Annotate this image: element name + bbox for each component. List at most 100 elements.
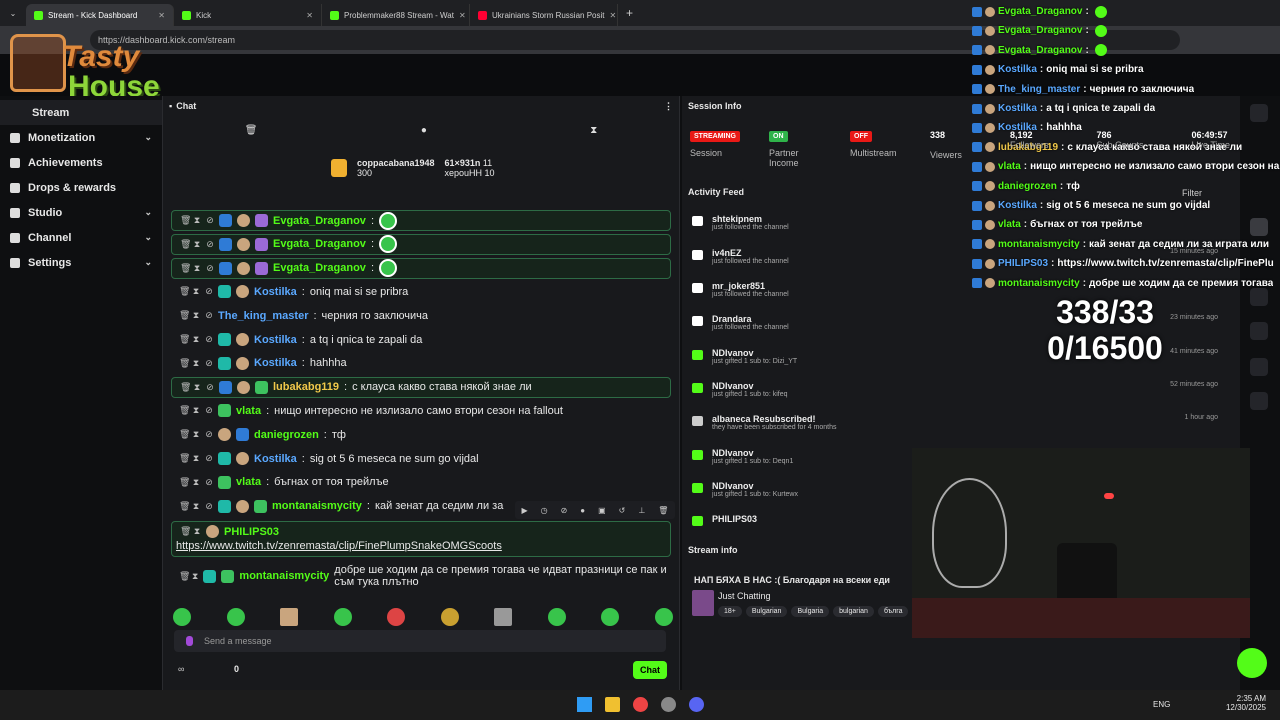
tag-chip[interactable]: Bulgarian [745,606,788,617]
emote-icon[interactable] [547,608,566,626]
start-icon[interactable] [577,697,592,712]
chat-username[interactable]: Evgata_Draganov [273,262,366,274]
mic-icon[interactable] [186,636,193,646]
timeout-icon[interactable]: ⧗ [192,286,200,297]
emote-icon[interactable] [226,608,245,626]
close-icon[interactable]: ✕ [306,11,313,20]
close-icon[interactable]: ✕ [459,11,466,20]
chat-message-link[interactable]: 🗑 ⧗ PHILIPS03 https://www.twitch.tv/zenrem… [171,521,671,557]
chat-username[interactable]: Kostilka [254,286,297,298]
sidebar-item-studio[interactable]: Studio ⌄ [0,200,162,225]
copy-icon[interactable]: ▣ [598,506,606,515]
sidebar-item-channel[interactable]: Channel ⌄ [0,225,162,250]
infinity-icon[interactable]: ∞ [178,664,184,674]
discord-icon[interactable] [689,697,704,712]
sidebar-item-achievements[interactable]: Achievements [0,150,162,175]
chat-username[interactable]: Evgata_Draganov [273,238,366,250]
ban-icon[interactable]: ⊘ [205,286,213,297]
trash-icon[interactable]: 🗑 [245,125,258,136]
sidebar-item-settings[interactable]: Settings ⌄ [0,250,162,275]
delete-icon[interactable]: 🗑 [180,382,191,393]
chat-username[interactable]: The_king_master [218,310,308,322]
delete-icon[interactable]: 🗑 [179,358,190,369]
chat-username[interactable]: daniegrozen [254,429,319,441]
timeout-icon[interactable]: ⧗ [193,382,201,393]
pin-icon[interactable]: ⊥ [638,506,645,515]
timeout-icon[interactable]: ⧗ [192,477,200,488]
ban-icon[interactable]: ⊘ [205,310,213,321]
timeout-icon[interactable]: ⧗ [192,453,200,464]
delete-icon[interactable]: 🗑 [179,310,190,321]
rail-more-icon[interactable] [1250,104,1268,122]
rail-tools-icon[interactable] [1250,392,1268,410]
timeout-icon[interactable]: ⧗ [193,263,201,274]
emote-icon[interactable] [387,608,406,626]
delete-icon[interactable]: 🗑 [179,477,190,488]
app-icon[interactable] [661,697,676,712]
chat-username[interactable]: lubakabg119 [273,381,339,393]
chat-username[interactable]: Kostilka [254,357,297,369]
chrome-icon[interactable] [633,697,648,712]
chat-username[interactable]: Evgata_Draganov [273,215,366,227]
chat-username[interactable]: montanaismycity [272,500,362,512]
emote-icon[interactable] [494,608,513,626]
ban-icon[interactable]: ⊘ [205,405,213,416]
chat-username[interactable]: vlata [236,405,261,417]
tag-chip[interactable]: bulgarian [833,606,874,617]
tab-problemmaker[interactable]: Problemmaker88 Stream - Wat ✕ [322,4,470,26]
ban-icon[interactable]: ⊘ [206,382,214,393]
undo-icon[interactable]: ↺ [619,506,626,515]
emote-icon[interactable] [173,608,191,626]
sidebar-item-stream[interactable]: Stream [0,100,162,125]
chat-send-button[interactable]: Chat [633,661,667,679]
timeout-icon[interactable]: ⧗ [193,215,201,226]
category-name[interactable]: Just Chatting [718,591,771,601]
tab-kick[interactable]: Kick ✕ [174,4,322,26]
timeout-icon[interactable]: ⧗ [192,310,200,321]
delete-icon[interactable]: 🗑 [179,286,190,297]
delete-icon[interactable]: 🗑 [658,506,668,515]
emote-icon[interactable] [601,608,620,626]
ban-icon[interactable]: ⊘ [206,239,214,250]
hide-icon[interactable]: ⊘ [561,506,568,515]
ban-icon[interactable]: ⊘ [205,334,213,345]
close-icon[interactable]: ✕ [158,11,165,20]
language-indicator[interactable]: ENG [1153,700,1170,709]
ban-icon[interactable]: ⊘ [205,453,213,464]
chat-username[interactable]: vlata [236,476,261,488]
delete-icon[interactable]: 🗑 [180,239,191,250]
delete-icon[interactable]: 🗑 [180,215,191,226]
clock-icon[interactable]: ◷ [541,506,548,515]
tag-chip[interactable]: бълга [877,606,909,617]
emote-icon[interactable] [440,608,459,626]
timer-icon[interactable]: ⧗ [590,125,597,136]
ban-icon[interactable]: ⊘ [205,358,213,369]
message-icon[interactable]: ● [421,125,427,136]
chat-link[interactable]: https://www.twitch.tv/zenremasta/clip/Fi… [176,540,670,552]
rail-layers-icon[interactable] [1250,358,1268,376]
timeout-icon[interactable]: ⧗ [193,239,201,250]
tab-youtube[interactable]: Ukrainians Storm Russian Posit ✕ [470,4,618,26]
emote-icon[interactable] [654,608,673,626]
tag-chip[interactable]: Bulgaria [791,606,830,617]
delete-icon[interactable]: 🗑 [179,334,190,345]
emote-icon[interactable] [333,608,352,626]
ban-icon[interactable]: ⊘ [205,429,213,440]
help-button[interactable] [1237,648,1267,678]
timeout-icon[interactable]: ⧗ [192,334,200,345]
clock[interactable]: 2:35 AM 12/30/2025 [1222,694,1266,712]
timeout-icon[interactable]: ⧗ [192,405,200,416]
delete-icon[interactable]: 🗑 [179,405,190,416]
chat-username[interactable]: PHILIPS03 [224,526,279,538]
delete-icon[interactable]: 🗑 [180,263,191,274]
timeout-icon[interactable]: ⧗ [192,429,200,440]
ban-icon[interactable]: ⊘ [206,215,214,226]
ban-icon[interactable]: ⊘ [206,263,214,274]
tab-search-icon[interactable]: ⌄ [0,9,26,18]
emote-icon[interactable] [280,608,299,626]
rail-broadcast-icon[interactable] [1250,322,1268,340]
chat-input[interactable]: Send a message [174,630,666,652]
chat-username[interactable]: montanaismycity [239,570,329,582]
close-icon[interactable]: ✕ [609,11,616,20]
delete-icon[interactable]: 🗑 [179,429,190,440]
